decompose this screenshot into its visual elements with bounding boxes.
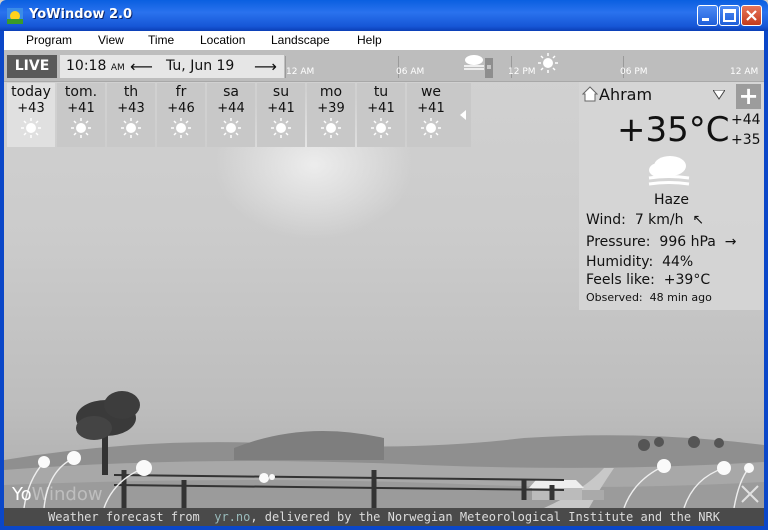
triangle-left-icon	[460, 110, 466, 120]
sun-icon	[171, 118, 191, 138]
tick-label: 06 AM	[396, 67, 425, 77]
day-name: sa	[223, 84, 239, 100]
day-name: th	[123, 84, 139, 100]
add-location-button[interactable]: +	[736, 84, 761, 109]
tick-label: 12 AM	[286, 67, 315, 77]
live-button[interactable]: LIVE	[7, 55, 57, 78]
forecast-day[interactable]: fr +46	[157, 83, 205, 147]
high-temp: +44	[731, 112, 761, 128]
menu-program[interactable]: Program	[26, 33, 72, 47]
day-name: fr	[175, 84, 187, 100]
home-icon[interactable]	[582, 86, 598, 102]
forecast-credit: Weather forecast from yr.no, delivered b…	[4, 508, 764, 526]
minimize-button[interactable]	[697, 5, 718, 26]
day-temp: +41	[417, 101, 445, 116]
time-display: 10:18 AM ⟵ Tu, Jun 19 ⟶	[60, 55, 284, 78]
low-temp: +35	[731, 132, 761, 148]
tick-label: 12 AM	[730, 67, 759, 77]
close-icon	[746, 10, 757, 21]
forecast-day[interactable]: su +41	[257, 83, 305, 147]
menu-bar: Program View Time Location Landscape Hel…	[4, 31, 764, 50]
day-temp: +44	[217, 101, 245, 116]
fullscreen-icon[interactable]	[738, 482, 762, 506]
day-temp: +46	[167, 101, 195, 116]
menu-time[interactable]: Time	[148, 33, 174, 47]
forecast-day[interactable]: th +43	[107, 83, 155, 147]
arrow-left-icon[interactable]: ⟵	[130, 57, 153, 76]
menu-view[interactable]: View	[98, 33, 124, 47]
forecast-day[interactable]: mo +39	[307, 83, 355, 147]
wind-direction-icon: ↖	[687, 212, 705, 228]
sun-icon	[271, 118, 291, 138]
forecast-day[interactable]: tu +41	[357, 83, 405, 147]
window-title: YoWindow 2.0	[29, 7, 133, 22]
pressure-trend-icon: →	[720, 234, 737, 250]
day-name: mo	[319, 84, 343, 100]
forecast-collapse-button[interactable]	[455, 83, 471, 147]
forecast-day[interactable]: sa +44	[207, 83, 255, 147]
forecast-day[interactable]: today +43	[7, 83, 55, 147]
menu-help[interactable]: Help	[357, 33, 382, 47]
condition-text: Haze	[653, 192, 690, 208]
time-bar: LIVE 10:18 AM ⟵ Tu, Jun 19 ⟶ 12 AM 06 AM…	[4, 50, 764, 82]
wind-row: Wind: 7 km/h ↖	[586, 212, 705, 228]
day-temp: +39	[317, 101, 345, 116]
yowindow-logo[interactable]: YoWindow	[12, 484, 103, 505]
day-temp: +43	[17, 101, 45, 116]
menu-location[interactable]: Location	[200, 33, 245, 47]
pressure-row: Pressure: 996 hPa →	[586, 234, 737, 250]
current-temperature: +35°C	[617, 110, 730, 150]
sun-icon	[221, 118, 241, 138]
yowindow-app-icon	[7, 8, 23, 24]
app-window: YoWindow 2.0 Program View Time Location …	[0, 0, 768, 530]
close-button[interactable]	[741, 5, 762, 26]
yr-no-link[interactable]: yr.no	[214, 510, 250, 524]
day-name: su	[272, 84, 290, 100]
sun-icon	[371, 118, 391, 138]
sun-icon	[321, 118, 341, 138]
day-name: tu	[373, 84, 389, 100]
sun-icon	[121, 118, 141, 138]
window-border-bottom	[0, 526, 768, 530]
chevron-down-icon[interactable]	[713, 90, 725, 100]
day-temp: +41	[67, 101, 95, 116]
day-temp: +43	[117, 101, 145, 116]
tick-label: 06 PM	[620, 67, 648, 77]
day-temp: +41	[267, 101, 295, 116]
sun-icon	[71, 118, 91, 138]
current-time: 10:18 AM	[66, 58, 125, 74]
humidity-row: Humidity: 44%	[586, 254, 694, 270]
observed-row: Observed: 48 min ago	[586, 291, 712, 304]
maximize-button[interactable]	[719, 5, 740, 26]
title-bar[interactable]: YoWindow 2.0	[0, 0, 768, 31]
current-date: Tu, Jun 19	[166, 58, 235, 74]
window-border-right	[764, 31, 768, 530]
forecast-day[interactable]: we +41	[407, 83, 455, 147]
day-name: today	[11, 84, 51, 100]
sun-icon	[421, 118, 441, 138]
menu-landscape[interactable]: Landscape	[271, 33, 330, 47]
arrow-right-icon[interactable]: ⟶	[254, 57, 277, 76]
feels-like-row: Feels like: +39°C	[586, 272, 711, 288]
tick-label: 12 PM	[508, 67, 536, 77]
maximize-icon	[723, 9, 736, 22]
day-name: tom.	[64, 84, 98, 100]
timeline-slider[interactable]	[461, 52, 499, 80]
weather-view: LIVE 10:18 AM ⟵ Tu, Jun 19 ⟶ 12 AM 06 AM…	[4, 50, 764, 526]
forecast-day[interactable]: tom. +41	[57, 83, 105, 147]
landscape-illustration	[4, 391, 764, 508]
sun-icon	[21, 118, 41, 138]
haze-icon	[648, 156, 690, 186]
day-name: we	[420, 84, 442, 100]
current-weather-panel: Ahram + +35°C +44 +35 Haze Wind: 7 km/h …	[579, 82, 764, 310]
minimize-icon	[702, 18, 709, 21]
sun-icon	[538, 53, 558, 73]
location-name[interactable]: Ahram	[599, 85, 652, 104]
day-temp: +41	[367, 101, 395, 116]
